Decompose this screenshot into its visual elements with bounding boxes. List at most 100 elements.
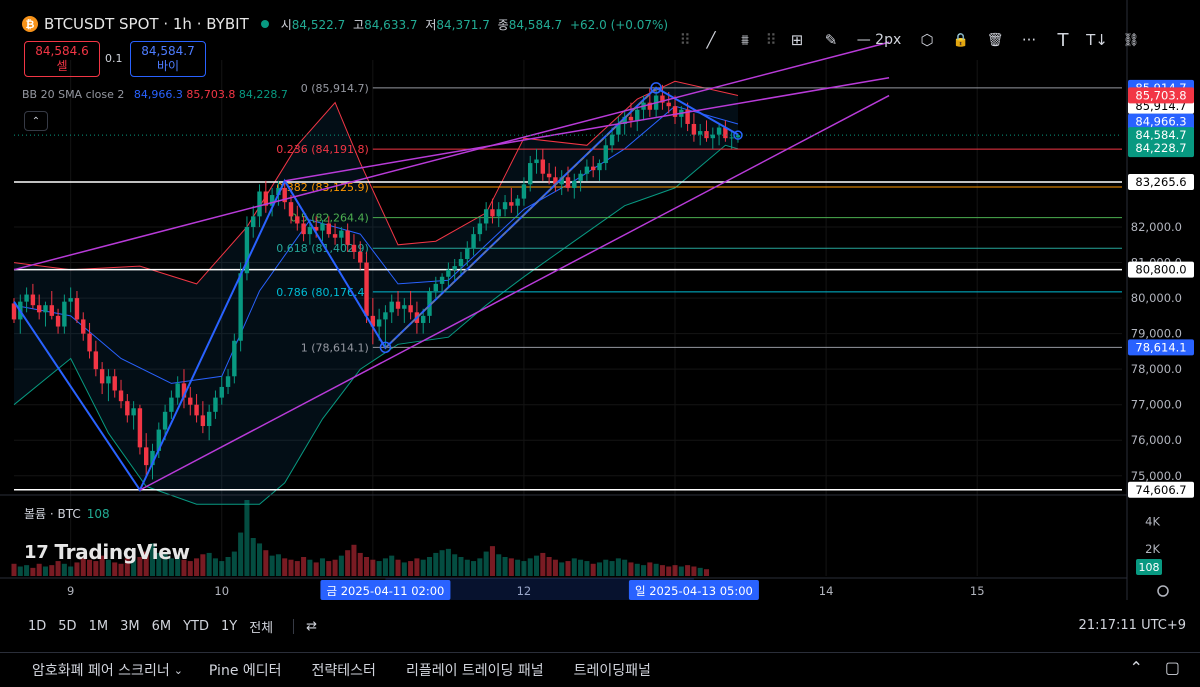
timeframe-1y[interactable]: 1Y xyxy=(221,619,237,634)
volume-bar xyxy=(313,562,319,576)
timeframe-all[interactable]: 전체 xyxy=(249,617,273,636)
candle-body xyxy=(439,276,445,284)
legend-collapse-button[interactable]: ⌃ xyxy=(24,111,48,131)
volume-legend[interactable]: 볼륨 · BTC 108 xyxy=(24,505,110,522)
candle-body xyxy=(106,376,111,384)
volume-bar xyxy=(219,561,225,576)
volume-bar xyxy=(672,565,678,576)
fib-level-label: 0.5 (82,264.4) xyxy=(290,212,369,225)
sell-button[interactable]: 84,584.6 셀 xyxy=(24,41,100,77)
volume-bar xyxy=(697,567,703,576)
candle-body xyxy=(433,283,438,291)
candle-body xyxy=(603,145,608,164)
symbol-header[interactable]: ₿ BTCUSDT SPOT · 1h · BYBIT 시84,522.7 고8… xyxy=(22,14,672,34)
fib-level-label: 1 (78,614.1) xyxy=(301,341,369,354)
candle-body xyxy=(339,230,344,238)
timeframe-5d[interactable]: 5D xyxy=(58,619,76,634)
volume-bar xyxy=(288,559,294,576)
drag-handle-icon[interactable]: ⠿ xyxy=(764,25,778,55)
candle-body xyxy=(295,216,300,224)
volume-bar xyxy=(603,559,609,576)
line-width-button[interactable]: — 2px xyxy=(850,25,908,55)
more-icon[interactable]: ··· xyxy=(1014,25,1044,55)
panel-controls: ⌃ ▢ xyxy=(1129,658,1180,677)
volume-bar xyxy=(395,559,401,576)
price-chart[interactable]: 0 (85,914.7) 0.236 (84,191.8) 0.382 (83,12… xyxy=(0,0,1200,687)
candle-body xyxy=(490,209,495,217)
chevron-down-icon[interactable]: ⌄ xyxy=(174,664,183,677)
maximize-panel-icon[interactable]: ▢ xyxy=(1165,658,1180,677)
volume-bar xyxy=(275,554,281,576)
candle-body xyxy=(565,177,571,188)
volume-bar xyxy=(238,532,244,576)
candle-body xyxy=(11,303,17,320)
candle-body xyxy=(729,137,734,139)
candle-body xyxy=(213,397,218,412)
volume-bar xyxy=(345,550,351,576)
volume-bar xyxy=(414,558,420,576)
candle-body xyxy=(125,401,130,416)
object-tree-icon[interactable]: ⊞ xyxy=(782,25,812,55)
candle-body xyxy=(345,230,350,245)
candle-body xyxy=(383,312,388,320)
volume-bar xyxy=(338,555,344,576)
candle-body xyxy=(395,301,401,309)
volume-bar xyxy=(294,561,300,576)
volume-bar xyxy=(445,548,451,576)
symbol-title[interactable]: BTCUSDT SPOT · 1h · BYBIT xyxy=(44,15,249,33)
price-tick-label: 82,000.0 xyxy=(1131,220,1182,234)
volume-bar xyxy=(685,565,691,576)
timeframe-1d[interactable]: 1D xyxy=(28,619,46,634)
link-icon[interactable]: ⛓ xyxy=(1116,25,1146,55)
volume-bar xyxy=(200,554,206,576)
tab-pine-editor[interactable]: Pine 에디터 xyxy=(209,660,282,680)
candle-body xyxy=(364,262,369,316)
drag-handle-icon[interactable]: ⠿ xyxy=(678,25,692,55)
trend-line-icon[interactable]: ╱ xyxy=(696,25,726,55)
volume-bar xyxy=(508,558,514,576)
candle-body xyxy=(206,411,212,427)
timeframe-1m[interactable]: 1M xyxy=(89,619,109,634)
volume-bar xyxy=(502,557,508,576)
candle-body xyxy=(87,333,92,352)
trash-icon[interactable]: 🗑 xyxy=(980,25,1010,55)
candle-body xyxy=(219,386,224,398)
time-tick-label: 10 xyxy=(214,584,229,598)
time-tick-label: 15 xyxy=(970,584,985,598)
tab-strategy-tester[interactable]: 전략테스터 xyxy=(312,660,376,680)
candle-body xyxy=(666,102,671,107)
volume-bar xyxy=(496,554,502,576)
timeframe-3m[interactable]: 3M xyxy=(120,619,140,634)
candle-body xyxy=(43,305,48,313)
candle-body xyxy=(24,294,29,302)
volume-bar xyxy=(584,561,590,576)
candle-body xyxy=(49,305,54,316)
spread-value: 0.1 xyxy=(105,52,123,65)
tab-replay-panel[interactable]: 리플레이 트레이딩 패널 xyxy=(406,660,544,680)
candle-body xyxy=(471,234,476,249)
candle-body xyxy=(691,123,697,135)
candle-body xyxy=(112,376,117,391)
candle-body xyxy=(528,163,533,185)
timeframe-6m[interactable]: 6M xyxy=(152,619,172,634)
volume-bar xyxy=(534,555,540,576)
volume-bar xyxy=(515,559,521,576)
color-brush-icon[interactable]: ✎ xyxy=(816,25,846,55)
bollinger-legend[interactable]: BB 20 SMA close 2 84,966.3 85,703.8 84,2… xyxy=(22,88,288,101)
date-range-icon[interactable]: ⇄ xyxy=(293,618,317,634)
tab-crypto-screener[interactable]: 암호화폐 페어 스크리너 xyxy=(32,660,170,680)
collapse-panel-icon[interactable]: ⌃ xyxy=(1129,658,1142,677)
candle-body xyxy=(30,294,36,306)
volume-bar xyxy=(439,550,445,576)
chart-clock[interactable]: 21:17:11 UTC+9 xyxy=(1079,618,1186,633)
lock-icon[interactable]: 🔒 xyxy=(946,25,976,55)
settings-icon[interactable]: ⬡ xyxy=(912,25,942,55)
text-icon[interactable]: T xyxy=(1048,25,1078,55)
buy-button[interactable]: 84,584.7 바이 xyxy=(130,41,206,77)
timeframe-ytd[interactable]: YTD xyxy=(183,619,209,634)
candle-body xyxy=(36,305,42,313)
tab-trading-panel[interactable]: 트레이딩패널 xyxy=(574,660,651,680)
adjust-icon[interactable]: ⩩ xyxy=(730,25,760,55)
candle-body xyxy=(540,159,546,174)
text-settings-icon[interactable]: T↓ xyxy=(1082,25,1112,55)
